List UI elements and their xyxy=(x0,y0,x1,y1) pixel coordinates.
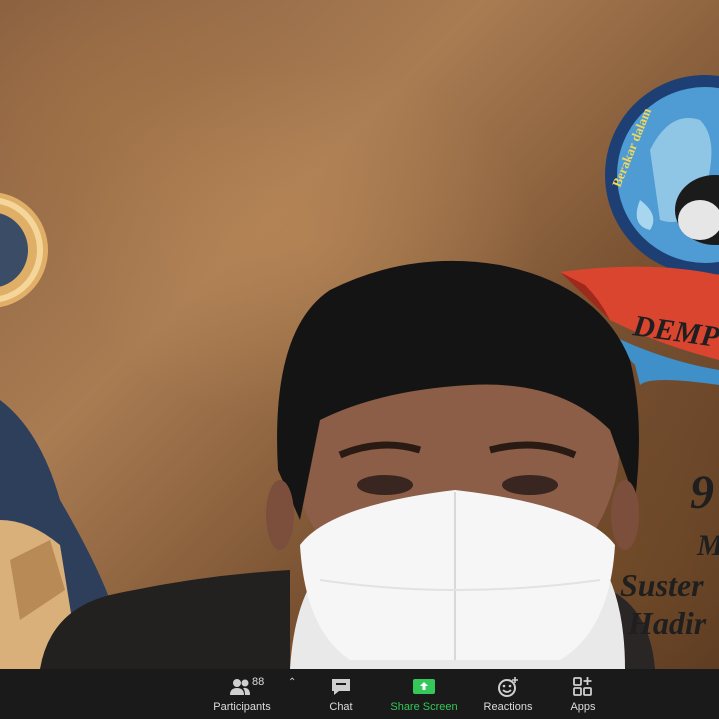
share-screen-label: Share Screen xyxy=(390,700,458,713)
share-screen-button[interactable]: Share Screen xyxy=(388,669,460,719)
caption-line-2: M xyxy=(696,529,719,562)
halo-decoration xyxy=(0,192,48,308)
apps-label: Apps xyxy=(570,700,596,713)
participants-label: Participants xyxy=(213,700,271,713)
reactions-button[interactable]: Reactions xyxy=(480,669,536,719)
chevron-up-icon[interactable]: ⌃ xyxy=(288,677,296,688)
meeting-toolbar: 88 Participants ⌃ Chat Share Screen Reac… xyxy=(0,669,719,719)
video-feed: DEMPO Berakar dalam 9 M Suster Hadir xyxy=(0,0,719,669)
share-screen-icon xyxy=(413,678,435,694)
chat-bubble-icon xyxy=(332,678,350,695)
chat-label: Chat xyxy=(329,700,353,713)
apps-icon xyxy=(573,676,592,696)
participants-button[interactable]: 88 Participants xyxy=(210,669,274,719)
reactions-label: Reactions xyxy=(483,700,533,713)
apps-button[interactable]: Apps xyxy=(562,669,604,719)
participants-count: 88 xyxy=(252,675,265,688)
reactions-icon xyxy=(498,676,518,697)
caption-line-4: Hadir xyxy=(627,605,707,641)
caption-line-1: 9 xyxy=(690,466,714,519)
background-scene: DEMPO Berakar dalam 9 M Suster Hadir xyxy=(0,75,719,669)
caption-line-3: Suster xyxy=(620,567,704,603)
chat-button[interactable]: Chat xyxy=(320,669,362,719)
face-mask xyxy=(300,490,615,660)
